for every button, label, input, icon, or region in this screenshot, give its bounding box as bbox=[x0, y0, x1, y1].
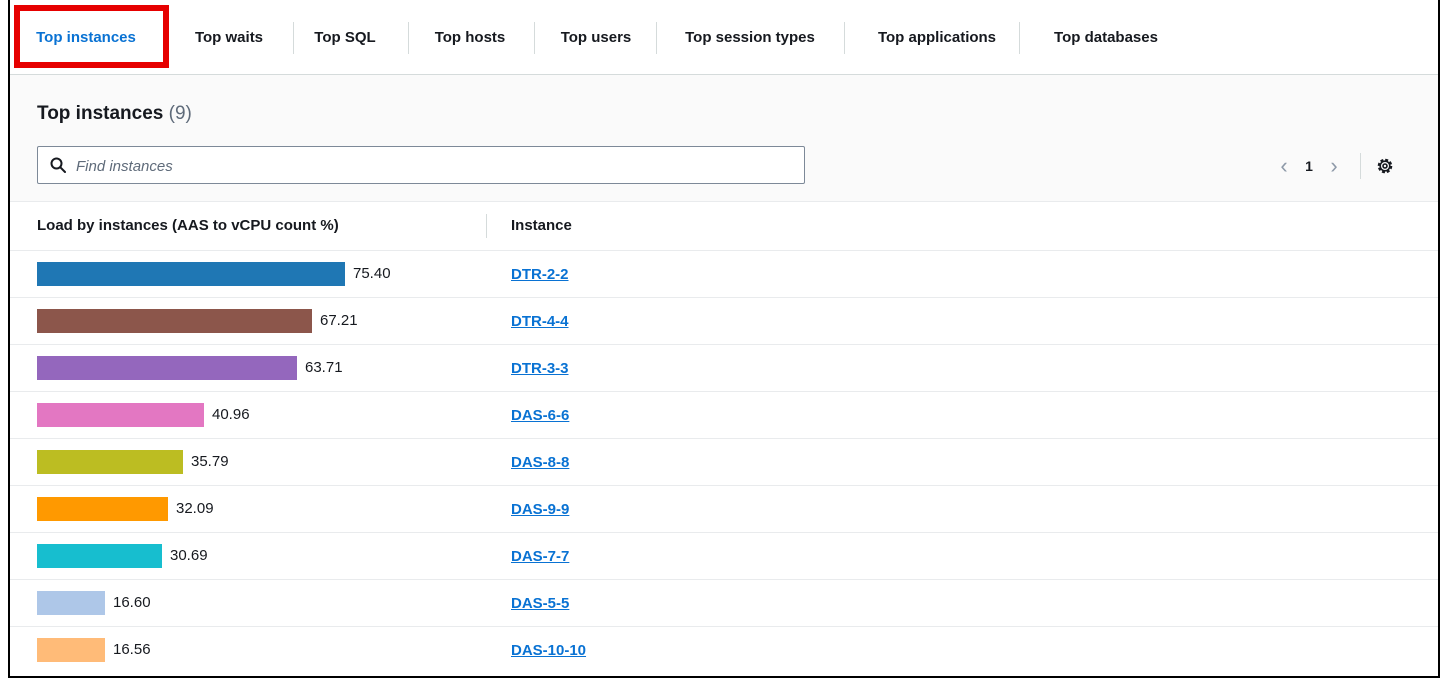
tab-divider bbox=[293, 22, 294, 54]
load-bar bbox=[37, 403, 204, 427]
page-title: Top instances (9) bbox=[37, 103, 192, 125]
table-body: 75.40 DTR-2-2 67.21 DTR-4-4 63.71 DTR-3-3 40.9… bbox=[10, 251, 1438, 674]
instance-link[interactable]: DAS-9-9 bbox=[511, 501, 569, 518]
instance-link[interactable]: DTR-4-4 bbox=[511, 313, 569, 330]
table-row: 67.21 DTR-4-4 bbox=[10, 298, 1438, 345]
load-value: 30.69 bbox=[170, 547, 208, 564]
title-count: (9) bbox=[168, 103, 192, 124]
load-bar bbox=[37, 356, 297, 380]
tab-top-session-types[interactable]: Top session types bbox=[668, 0, 832, 74]
table-row: 16.56 DAS-10-10 bbox=[10, 627, 1438, 674]
next-page-icon[interactable]: › bbox=[1322, 153, 1346, 179]
search-input[interactable] bbox=[74, 147, 798, 185]
table-row: 32.09 DAS-9-9 bbox=[10, 486, 1438, 533]
instance-link[interactable]: DAS-7-7 bbox=[511, 548, 569, 565]
pagination: ‹ 1 › bbox=[1272, 153, 1395, 179]
load-value: 16.60 bbox=[113, 594, 151, 611]
instance-link[interactable]: DAS-5-5 bbox=[511, 595, 569, 612]
table-row: 30.69 DAS-7-7 bbox=[10, 533, 1438, 580]
table-header: Load by instances (AAS to vCPU count %) … bbox=[10, 202, 1438, 251]
column-header-instance[interactable]: Instance bbox=[511, 217, 572, 234]
load-bar bbox=[37, 591, 105, 615]
tab-top-applications[interactable]: Top applications bbox=[856, 0, 1018, 74]
tab-divider bbox=[1019, 22, 1020, 54]
load-value: 32.09 bbox=[176, 500, 214, 517]
table-row: 75.40 DTR-2-2 bbox=[10, 251, 1438, 298]
tab-divider bbox=[165, 22, 166, 54]
instance-link[interactable]: DAS-8-8 bbox=[511, 454, 569, 471]
instances-container: Top instances (9) ‹ 1 › bbox=[10, 75, 1438, 676]
load-bar bbox=[37, 262, 345, 286]
instance-link[interactable]: DTR-2-2 bbox=[511, 266, 569, 283]
pagination-divider bbox=[1360, 153, 1361, 179]
load-bar bbox=[37, 497, 168, 521]
panel-header: Top instances (9) ‹ 1 › bbox=[10, 75, 1438, 202]
tab-top-databases[interactable]: Top databases bbox=[1032, 0, 1180, 74]
table-row: 16.60 DAS-5-5 bbox=[10, 580, 1438, 627]
tab-divider bbox=[656, 22, 657, 54]
tab-top-instances[interactable]: Top instances bbox=[28, 0, 144, 74]
instance-link[interactable]: DAS-6-6 bbox=[511, 407, 569, 424]
table-row: 40.96 DAS-6-6 bbox=[10, 392, 1438, 439]
load-bar bbox=[37, 638, 105, 662]
tab-top-waits[interactable]: Top waits bbox=[178, 0, 280, 74]
column-header-load[interactable]: Load by instances (AAS to vCPU count %) bbox=[37, 217, 339, 234]
tab-top-hosts[interactable]: Top hosts bbox=[420, 0, 520, 74]
previous-page-icon[interactable]: ‹ bbox=[1272, 153, 1296, 179]
load-value: 67.21 bbox=[320, 312, 358, 329]
tab-bar: Top instances Top waits Top SQL Top host… bbox=[10, 0, 1438, 75]
search-icon bbox=[50, 157, 66, 173]
load-bar bbox=[37, 544, 162, 568]
tab-divider bbox=[408, 22, 409, 54]
table-row: 63.71 DTR-3-3 bbox=[10, 345, 1438, 392]
table-row: 35.79 DAS-8-8 bbox=[10, 439, 1438, 486]
load-value: 35.79 bbox=[191, 453, 229, 470]
load-bar bbox=[37, 450, 183, 474]
title-text: Top instances bbox=[37, 103, 164, 124]
load-value: 75.40 bbox=[353, 265, 391, 282]
tab-divider bbox=[844, 22, 845, 54]
load-value: 63.71 bbox=[305, 359, 343, 376]
tab-divider bbox=[534, 22, 535, 54]
tab-top-users[interactable]: Top users bbox=[546, 0, 646, 74]
column-resizer[interactable] bbox=[486, 214, 487, 238]
load-value: 40.96 bbox=[212, 406, 250, 423]
page-number-button[interactable]: 1 bbox=[1296, 158, 1322, 174]
top-instances-widget: Top instances Top waits Top SQL Top host… bbox=[8, 0, 1440, 678]
load-bar bbox=[37, 309, 312, 333]
load-value: 16.56 bbox=[113, 641, 151, 658]
instance-link[interactable]: DTR-3-3 bbox=[511, 360, 569, 377]
settings-gear-icon[interactable] bbox=[1375, 156, 1395, 176]
search-field[interactable] bbox=[37, 146, 805, 185]
instance-link[interactable]: DAS-10-10 bbox=[511, 642, 586, 659]
tab-top-sql[interactable]: Top SQL bbox=[304, 0, 386, 74]
